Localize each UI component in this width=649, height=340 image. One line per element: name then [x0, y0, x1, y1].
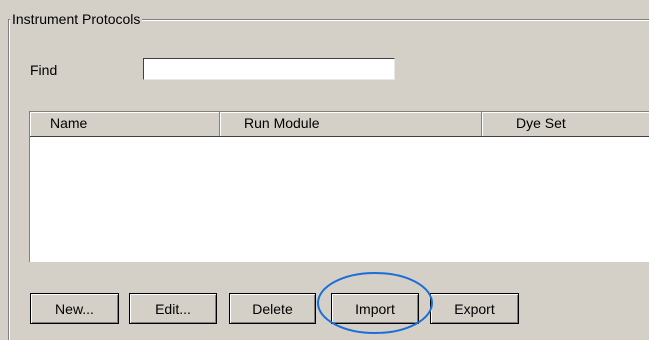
- find-label: Find: [30, 62, 58, 78]
- import-button[interactable]: Import: [331, 293, 419, 324]
- protocols-table[interactable]: Name Run Module Dye Set: [29, 111, 649, 262]
- group-title: Instrument Protocols: [10, 10, 143, 28]
- edit-button[interactable]: Edit...: [129, 293, 217, 324]
- column-header-run-module[interactable]: Run Module: [220, 112, 482, 136]
- delete-button[interactable]: Delete: [229, 293, 316, 324]
- column-header-dye-set[interactable]: Dye Set: [482, 112, 649, 136]
- find-input[interactable]: [143, 58, 395, 80]
- column-header-name[interactable]: Name: [30, 112, 220, 136]
- export-button[interactable]: Export: [430, 293, 519, 324]
- table-body[interactable]: [30, 137, 649, 262]
- new-button[interactable]: New...: [30, 293, 119, 324]
- table-header: Name Run Module Dye Set: [30, 112, 649, 137]
